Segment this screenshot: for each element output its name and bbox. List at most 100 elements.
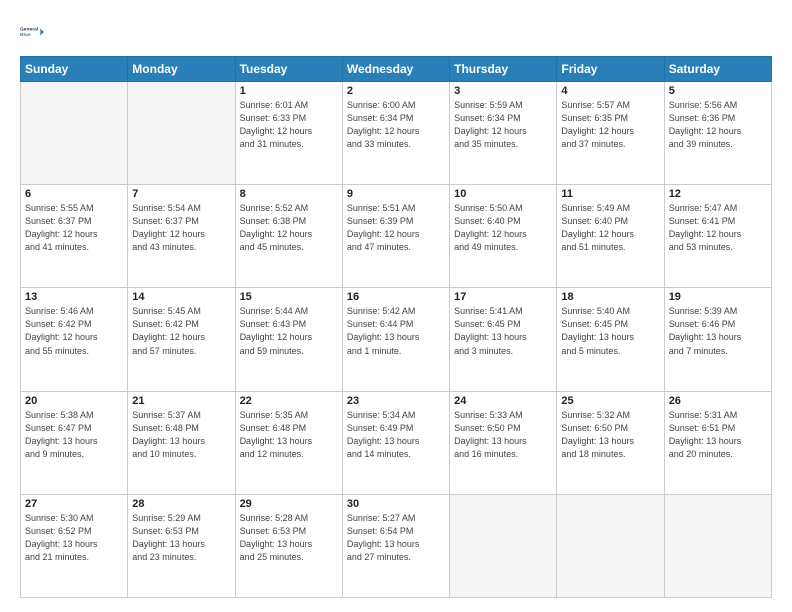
calendar-cell: 19 Sunrise: 5:39 AM Sunset: 6:46 PM Dayli… bbox=[664, 288, 771, 391]
day-number: 21 bbox=[132, 395, 230, 407]
day-number: 2 bbox=[347, 85, 445, 97]
day-number: 30 bbox=[347, 498, 445, 510]
day-number: 13 bbox=[25, 291, 123, 303]
calendar-cell: 11Sunrise: 5:49 AM Sunset: 6:40 PM Dayli… bbox=[557, 185, 664, 288]
page: GeneralBlue SundayMondayTuesdayWednesday… bbox=[0, 0, 792, 612]
calendar-cell bbox=[128, 82, 235, 185]
day-number: 20 bbox=[25, 395, 123, 407]
day-info: Sunrise: 5:42 AM Sunset: 6:44 PM Dayligh… bbox=[347, 305, 445, 357]
day-info: Sunrise: 5:50 AM Sunset: 6:40 PM Dayligh… bbox=[454, 202, 552, 254]
day-info: Sunrise: 5:47 AM Sunset: 6:41 PM Dayligh… bbox=[669, 202, 767, 254]
calendar-cell: 30Sunrise: 5:27 AM Sunset: 6:54 PM Dayli… bbox=[342, 494, 449, 597]
day-info: Sunrise: 5:30 AM Sunset: 6:52 PM Dayligh… bbox=[25, 512, 123, 564]
day-info: Sunrise: 5:28 AM Sunset: 6:53 PM Dayligh… bbox=[240, 512, 338, 564]
calendar-header-thursday: Thursday bbox=[450, 57, 557, 82]
calendar-header-row: SundayMondayTuesdayWednesdayThursdayFrid… bbox=[21, 57, 772, 82]
day-info: Sunrise: 5:55 AM Sunset: 6:37 PM Dayligh… bbox=[25, 202, 123, 254]
day-number: 19 bbox=[669, 291, 767, 303]
day-info: Sunrise: 5:44 AM Sunset: 6:43 PM Dayligh… bbox=[240, 305, 338, 357]
day-number: 28 bbox=[132, 498, 230, 510]
calendar-header-monday: Monday bbox=[128, 57, 235, 82]
calendar-row-2: 13 Sunrise: 5:46 AM Sunset: 6:42 PM Dayli… bbox=[21, 288, 772, 391]
day-info: Sunrise: 5:41 AM Sunset: 6:45 PM Dayligh… bbox=[454, 305, 552, 357]
calendar-row-3: 20 Sunrise: 5:38 AM Sunset: 6:47 PM Dayli… bbox=[21, 391, 772, 494]
calendar-cell bbox=[664, 494, 771, 597]
calendar-row-1: 6 Sunrise: 5:55 AM Sunset: 6:37 PM Daylig… bbox=[21, 185, 772, 288]
header: GeneralBlue bbox=[20, 18, 772, 46]
day-number: 12 bbox=[669, 188, 767, 200]
calendar-cell: 8Sunrise: 5:52 AM Sunset: 6:38 PM Daylig… bbox=[235, 185, 342, 288]
day-info: Sunrise: 5:46 AM Sunset: 6:42 PM Dayligh… bbox=[25, 305, 123, 357]
day-info: Sunrise: 5:38 AM Sunset: 6:47 PM Dayligh… bbox=[25, 409, 123, 461]
day-info: Sunrise: 5:34 AM Sunset: 6:49 PM Dayligh… bbox=[347, 409, 445, 461]
day-info: Sunrise: 5:37 AM Sunset: 6:48 PM Dayligh… bbox=[132, 409, 230, 461]
calendar-row-0: 1 Sunrise: 6:01 AM Sunset: 6:33 PM Daylig… bbox=[21, 82, 772, 185]
calendar-cell: 22 Sunrise: 5:35 AM Sunset: 6:48 PM Dayli… bbox=[235, 391, 342, 494]
day-info: Sunrise: 5:40 AM Sunset: 6:45 PM Dayligh… bbox=[561, 305, 659, 357]
calendar-cell: 20 Sunrise: 5:38 AM Sunset: 6:47 PM Dayli… bbox=[21, 391, 128, 494]
day-info: Sunrise: 5:54 AM Sunset: 6:37 PM Dayligh… bbox=[132, 202, 230, 254]
day-number: 25 bbox=[561, 395, 659, 407]
calendar-cell: 4 Sunrise: 5:57 AM Sunset: 6:35 PM Daylig… bbox=[557, 82, 664, 185]
day-info: Sunrise: 5:49 AM Sunset: 6:40 PM Dayligh… bbox=[561, 202, 659, 254]
calendar-cell bbox=[21, 82, 128, 185]
calendar-header-saturday: Saturday bbox=[664, 57, 771, 82]
calendar-cell: 21 Sunrise: 5:37 AM Sunset: 6:48 PM Dayli… bbox=[128, 391, 235, 494]
day-number: 7 bbox=[132, 188, 230, 200]
day-info: Sunrise: 5:52 AM Sunset: 6:38 PM Dayligh… bbox=[240, 202, 338, 254]
calendar-cell: 12 Sunrise: 5:47 AM Sunset: 6:41 PM Dayli… bbox=[664, 185, 771, 288]
day-number: 17 bbox=[454, 291, 552, 303]
day-number: 5 bbox=[669, 85, 767, 97]
day-number: 27 bbox=[25, 498, 123, 510]
calendar-cell: 1 Sunrise: 6:01 AM Sunset: 6:33 PM Daylig… bbox=[235, 82, 342, 185]
calendar-cell bbox=[450, 494, 557, 597]
day-number: 29 bbox=[240, 498, 338, 510]
day-number: 22 bbox=[240, 395, 338, 407]
calendar-cell: 17 Sunrise: 5:41 AM Sunset: 6:45 PM Dayli… bbox=[450, 288, 557, 391]
calendar-header-tuesday: Tuesday bbox=[235, 57, 342, 82]
day-info: Sunrise: 5:33 AM Sunset: 6:50 PM Dayligh… bbox=[454, 409, 552, 461]
calendar-cell: 25 Sunrise: 5:32 AM Sunset: 6:50 PM Dayli… bbox=[557, 391, 664, 494]
calendar-cell: 24 Sunrise: 5:33 AM Sunset: 6:50 PM Dayli… bbox=[450, 391, 557, 494]
day-info: Sunrise: 5:51 AM Sunset: 6:39 PM Dayligh… bbox=[347, 202, 445, 254]
calendar-cell: 15 Sunrise: 5:44 AM Sunset: 6:43 PM Dayli… bbox=[235, 288, 342, 391]
day-number: 4 bbox=[561, 85, 659, 97]
svg-text:General: General bbox=[20, 27, 39, 33]
day-number: 1 bbox=[240, 85, 338, 97]
day-info: Sunrise: 6:01 AM Sunset: 6:33 PM Dayligh… bbox=[240, 99, 338, 151]
calendar-row-4: 27 Sunrise: 5:30 AM Sunset: 6:52 PM Dayli… bbox=[21, 494, 772, 597]
day-info: Sunrise: 5:56 AM Sunset: 6:36 PM Dayligh… bbox=[669, 99, 767, 151]
calendar-table: SundayMondayTuesdayWednesdayThursdayFrid… bbox=[20, 56, 772, 598]
calendar-cell: 5 Sunrise: 5:56 AM Sunset: 6:36 PM Daylig… bbox=[664, 82, 771, 185]
calendar-cell: 2 Sunrise: 6:00 AM Sunset: 6:34 PM Daylig… bbox=[342, 82, 449, 185]
calendar-header-sunday: Sunday bbox=[21, 57, 128, 82]
day-info: Sunrise: 5:29 AM Sunset: 6:53 PM Dayligh… bbox=[132, 512, 230, 564]
day-number: 3 bbox=[454, 85, 552, 97]
calendar-cell: 28 Sunrise: 5:29 AM Sunset: 6:53 PM Dayli… bbox=[128, 494, 235, 597]
day-info: Sunrise: 6:00 AM Sunset: 6:34 PM Dayligh… bbox=[347, 99, 445, 151]
day-number: 24 bbox=[454, 395, 552, 407]
calendar-cell: 7 Sunrise: 5:54 AM Sunset: 6:37 PM Daylig… bbox=[128, 185, 235, 288]
day-info: Sunrise: 5:57 AM Sunset: 6:35 PM Dayligh… bbox=[561, 99, 659, 151]
calendar-cell: 16 Sunrise: 5:42 AM Sunset: 6:44 PM Dayli… bbox=[342, 288, 449, 391]
calendar-header-friday: Friday bbox=[557, 57, 664, 82]
calendar-cell: 6 Sunrise: 5:55 AM Sunset: 6:37 PM Daylig… bbox=[21, 185, 128, 288]
day-info: Sunrise: 5:32 AM Sunset: 6:50 PM Dayligh… bbox=[561, 409, 659, 461]
logo-icon: GeneralBlue bbox=[20, 18, 48, 46]
day-info: Sunrise: 5:39 AM Sunset: 6:46 PM Dayligh… bbox=[669, 305, 767, 357]
day-number: 23 bbox=[347, 395, 445, 407]
calendar-cell: 23 Sunrise: 5:34 AM Sunset: 6:49 PM Dayli… bbox=[342, 391, 449, 494]
day-info: Sunrise: 5:59 AM Sunset: 6:34 PM Dayligh… bbox=[454, 99, 552, 151]
calendar-cell: 27 Sunrise: 5:30 AM Sunset: 6:52 PM Dayli… bbox=[21, 494, 128, 597]
calendar-cell: 9Sunrise: 5:51 AM Sunset: 6:39 PM Daylig… bbox=[342, 185, 449, 288]
day-number: 15 bbox=[240, 291, 338, 303]
svg-text:Blue: Blue bbox=[20, 32, 31, 38]
day-number: 16 bbox=[347, 291, 445, 303]
calendar-cell: 18Sunrise: 5:40 AM Sunset: 6:45 PM Dayli… bbox=[557, 288, 664, 391]
calendar-cell: 13 Sunrise: 5:46 AM Sunset: 6:42 PM Dayli… bbox=[21, 288, 128, 391]
day-info: Sunrise: 5:35 AM Sunset: 6:48 PM Dayligh… bbox=[240, 409, 338, 461]
day-number: 10 bbox=[454, 188, 552, 200]
calendar-header-wednesday: Wednesday bbox=[342, 57, 449, 82]
day-info: Sunrise: 5:31 AM Sunset: 6:51 PM Dayligh… bbox=[669, 409, 767, 461]
day-number: 6 bbox=[25, 188, 123, 200]
